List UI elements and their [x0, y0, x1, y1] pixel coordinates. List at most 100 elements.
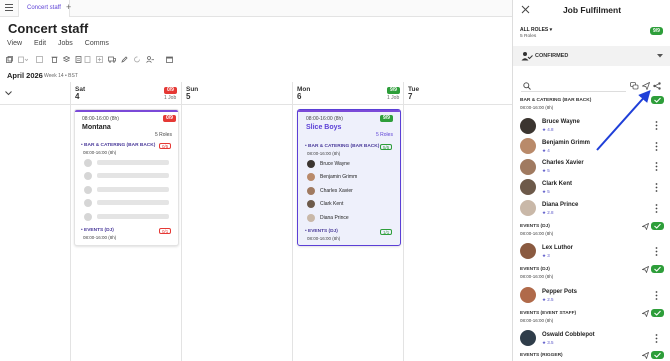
avatar — [307, 173, 315, 181]
truck-icon[interactable] — [108, 56, 116, 63]
share-icon[interactable] — [653, 82, 661, 90]
week-label: Week 14 • BST — [44, 73, 78, 79]
person-rating: ★ 5 — [542, 189, 550, 194]
nav-view[interactable]: View — [7, 40, 22, 47]
tab-concert-staff[interactable]: Concert staff — [18, 0, 70, 17]
add-tab-button[interactable]: + — [66, 2, 71, 12]
more-options-icon[interactable] — [655, 142, 658, 151]
card-role-count: 0/1 — [159, 228, 172, 234]
all-roles-dropdown[interactable]: ALL ROLES ▾ — [520, 27, 552, 33]
avatar — [520, 159, 536, 175]
job-card-slice-boys[interactable]: 08:00-16:00 (8h) 9/9 Slice Boys 5 Roles … — [297, 109, 401, 246]
chevron-down-icon[interactable] — [657, 54, 663, 58]
search-icon[interactable] — [523, 82, 531, 90]
tab-bar: Concert staff + — [0, 0, 512, 17]
more-options-icon[interactable] — [655, 183, 658, 192]
person-name[interactable]: Bruce Wayne — [542, 119, 580, 125]
confirmed-check-icon[interactable] — [651, 351, 664, 359]
hamburger-menu-icon[interactable] — [5, 4, 13, 11]
layers-icon[interactable] — [63, 56, 70, 63]
more-options-icon[interactable] — [655, 121, 658, 130]
send-icon[interactable] — [642, 223, 649, 230]
empty-slot-bar[interactable] — [97, 200, 169, 205]
day-header-mon[interactable]: Mon 6 — [297, 86, 310, 101]
person-name[interactable]: Benjamin Grimm — [542, 140, 590, 146]
send-icon[interactable] — [642, 352, 649, 359]
assigned-person[interactable]: Charles Xavier — [320, 188, 353, 194]
confirmed-check-icon[interactable] — [651, 265, 664, 273]
nav-comms[interactable]: Comms — [85, 40, 109, 47]
user-check-icon — [521, 51, 533, 61]
assigned-person[interactable]: Diana Prince — [320, 215, 349, 221]
card-role-count: 5/5 — [380, 144, 393, 150]
send-icon[interactable] — [642, 266, 649, 273]
role-section-time: 08:00-16:00 (8h) — [520, 105, 554, 110]
more-options-icon[interactable] — [655, 247, 658, 256]
more-options-icon[interactable] — [655, 204, 658, 213]
avatar — [307, 160, 315, 168]
assigned-person[interactable]: Clark Kent — [320, 201, 343, 207]
person-name[interactable]: Charles Xavier — [542, 160, 584, 166]
day-header-tue[interactable]: Tue 7 — [408, 86, 419, 101]
confirmed-check-icon[interactable] — [651, 309, 664, 317]
collapse-chevron-icon[interactable] — [5, 91, 12, 96]
day-header-sun[interactable]: Sun 5 — [186, 86, 198, 101]
add-box-icon[interactable] — [96, 56, 103, 63]
send-icon[interactable] — [642, 310, 649, 317]
redo-icon[interactable] — [134, 56, 141, 63]
edit-icon[interactable] — [121, 56, 128, 63]
empty-slot-bar[interactable] — [97, 214, 169, 219]
card-time: 08:00-16:00 (8h) — [306, 116, 343, 122]
role-section-time: 08:00-16:00 (8h) — [520, 318, 554, 323]
avatar — [520, 330, 536, 346]
empty-slot-bar[interactable] — [97, 173, 169, 178]
person-name[interactable]: Clark Kent — [542, 181, 572, 187]
card-role-time: 08:00-16:00 (8h) — [307, 151, 341, 156]
card-roles-count: 5 Roles — [376, 132, 393, 138]
more-options-icon[interactable] — [655, 334, 658, 343]
confirmed-check-icon[interactable] — [651, 222, 664, 230]
chat-icon[interactable] — [630, 82, 639, 90]
roles-count: 5 Roles — [520, 34, 537, 39]
person-name[interactable]: Lex Luthor — [542, 245, 573, 251]
more-options-icon[interactable] — [655, 162, 658, 171]
empty-slot-avatar — [84, 186, 92, 194]
user-remove-icon[interactable] — [146, 56, 154, 63]
role-section-title: EVENTS (EVENT STAFF) — [520, 311, 577, 316]
column-divider — [70, 82, 71, 361]
document-icon[interactable] — [75, 56, 82, 63]
more-options-icon[interactable] — [655, 291, 658, 300]
calendar-icon[interactable] — [166, 56, 173, 63]
paste-icon[interactable] — [18, 56, 28, 63]
day-job-count-sat: 1 Job — [164, 95, 177, 101]
empty-slot-bar[interactable] — [97, 160, 169, 165]
nav-jobs[interactable]: Jobs — [58, 40, 73, 47]
card-role-time: 08:00-16:00 (8h) — [307, 236, 341, 241]
confirmed-check-icon[interactable] — [651, 96, 664, 104]
delete-icon[interactable] — [51, 56, 58, 63]
person-name[interactable]: Oswald Cobblepot — [542, 332, 595, 338]
document-alt-icon[interactable] — [84, 56, 91, 63]
copy-icon[interactable] — [6, 56, 13, 63]
avatar — [520, 118, 536, 134]
avatar — [520, 179, 536, 195]
day-header-sat[interactable]: Sat 4 — [75, 86, 85, 101]
person-rating: ★ 3.5 — [542, 340, 554, 345]
empty-slot-bar[interactable] — [97, 187, 169, 192]
panel-title: Job Fulfilment — [562, 5, 622, 15]
person-name[interactable]: Diana Prince — [542, 202, 578, 208]
role-section-title: BAR & CATERING (BAR BACK) — [520, 98, 592, 103]
calendar-grid: Sat 4 0/9 1 Job Sun 5 Mon 6 9/9 1 Job Tue 7 … — [0, 82, 512, 361]
card-role-title: • BAR & CATERING (BAR BACK) — [305, 144, 380, 149]
card-time: 08:00-16:00 (8h) — [82, 116, 119, 122]
duplicate-icon[interactable] — [36, 56, 43, 63]
empty-slot-avatar — [84, 159, 92, 167]
nav-edit[interactable]: Edit — [34, 40, 46, 47]
card-job-name: Slice Boys — [306, 124, 342, 131]
role-section-time: 08:00-16:00 (8h) — [520, 274, 554, 279]
send-icon[interactable] — [642, 82, 650, 90]
assigned-person[interactable]: Bruce Wayne — [320, 161, 350, 167]
assigned-person[interactable]: Benjamin Grimm — [320, 174, 357, 180]
job-card-montana[interactable]: 08:00-16:00 (8h) 0/9 Montana 5 Roles • B… — [74, 109, 179, 246]
person-name[interactable]: Pepper Pots — [542, 289, 577, 295]
